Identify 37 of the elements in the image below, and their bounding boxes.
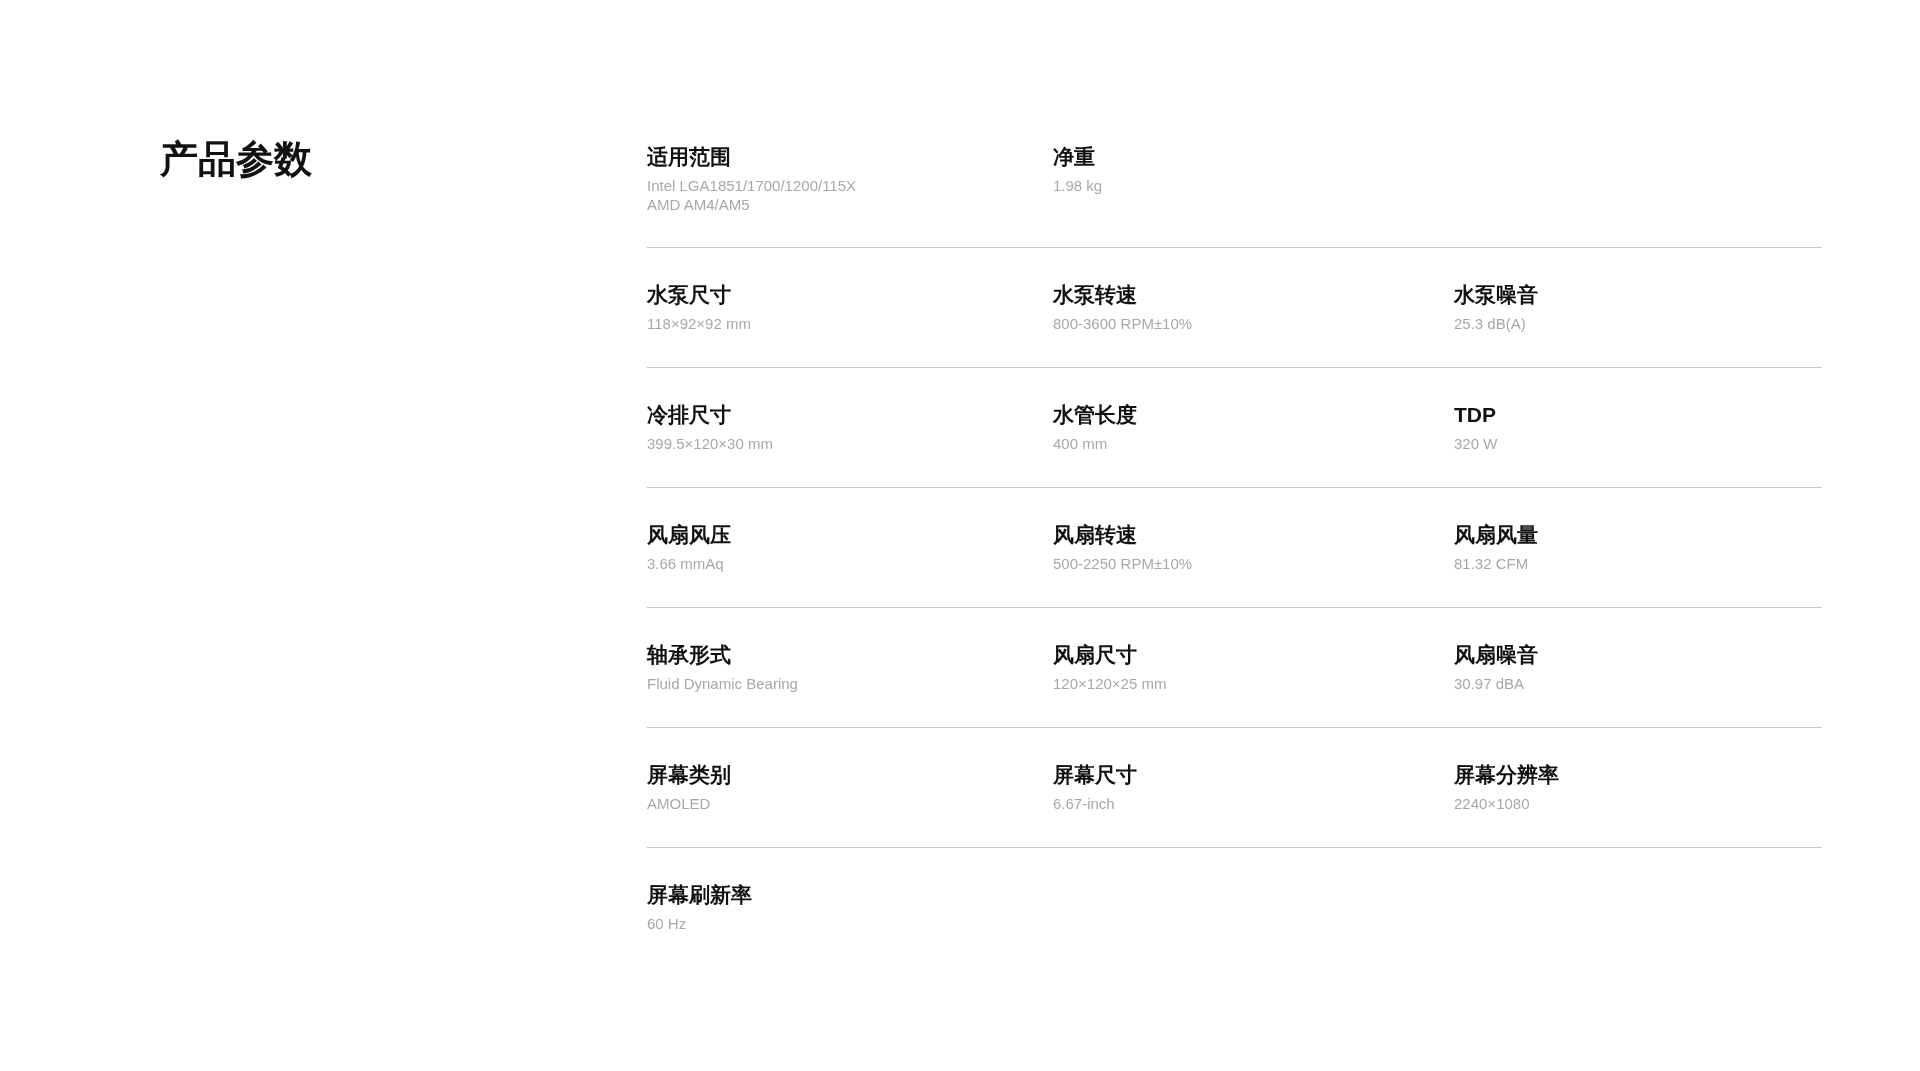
spec-label: 冷排尺寸 <box>647 402 732 428</box>
spec-label: 屏幕类别 <box>647 762 732 788</box>
spec-value: 120×120×25 mm <box>1053 674 1167 693</box>
spec-label: 风扇噪音 <box>1454 642 1539 668</box>
spec-label: 水管长度 <box>1053 402 1138 428</box>
spec-label: 轴承形式 <box>647 642 732 668</box>
spec-label: TDP <box>1454 402 1497 428</box>
spec-label: 风扇尺寸 <box>1053 642 1138 668</box>
spec-value: 320 W <box>1454 434 1498 453</box>
spec-label: 水泵噪音 <box>1454 282 1539 308</box>
spec-value: 400 mm <box>1053 434 1108 453</box>
spec-label: 风扇转速 <box>1053 522 1138 548</box>
spec-value: 25.3 dB(A) <box>1454 314 1526 333</box>
spec-value: Fluid Dynamic Bearing <box>647 674 798 693</box>
spec-value: 6.67-inch <box>1053 794 1115 813</box>
spec-value: 30.97 dBA <box>1454 674 1525 693</box>
spec-value: 500-2250 RPM±10% <box>1053 554 1193 573</box>
spec-label: 风扇风压 <box>647 522 732 548</box>
spec-value: 399.5×120×30 mm <box>647 434 773 453</box>
spec-value: 1.98 kg <box>1053 176 1103 195</box>
spec-value: AMOLED <box>647 794 711 813</box>
page-title: 产品参数 <box>160 140 313 178</box>
spec-value: Intel LGA1851/1700/1200/115X AMD AM4/AM5 <box>647 176 857 214</box>
spec-label: 水泵尺寸 <box>647 282 732 308</box>
spec-label: 风扇风量 <box>1454 522 1539 548</box>
spec-label: 净重 <box>1053 144 1096 170</box>
spec-value: 60 Hz <box>647 914 687 933</box>
spec-value: 800-3600 RPM±10% <box>1053 314 1193 333</box>
spec-label: 适用范围 <box>647 144 732 170</box>
spec-value: 2240×1080 <box>1454 794 1530 813</box>
spec-label: 屏幕分辨率 <box>1454 762 1560 788</box>
spec-value: 3.66 mmAq <box>647 554 724 573</box>
spec-label: 屏幕尺寸 <box>1053 762 1138 788</box>
spec-value: 81.32 CFM <box>1454 554 1529 573</box>
spec-value: 118×92×92 mm <box>647 314 751 333</box>
spec-label: 屏幕刷新率 <box>647 882 753 908</box>
spec-label: 水泵转速 <box>1053 282 1138 308</box>
